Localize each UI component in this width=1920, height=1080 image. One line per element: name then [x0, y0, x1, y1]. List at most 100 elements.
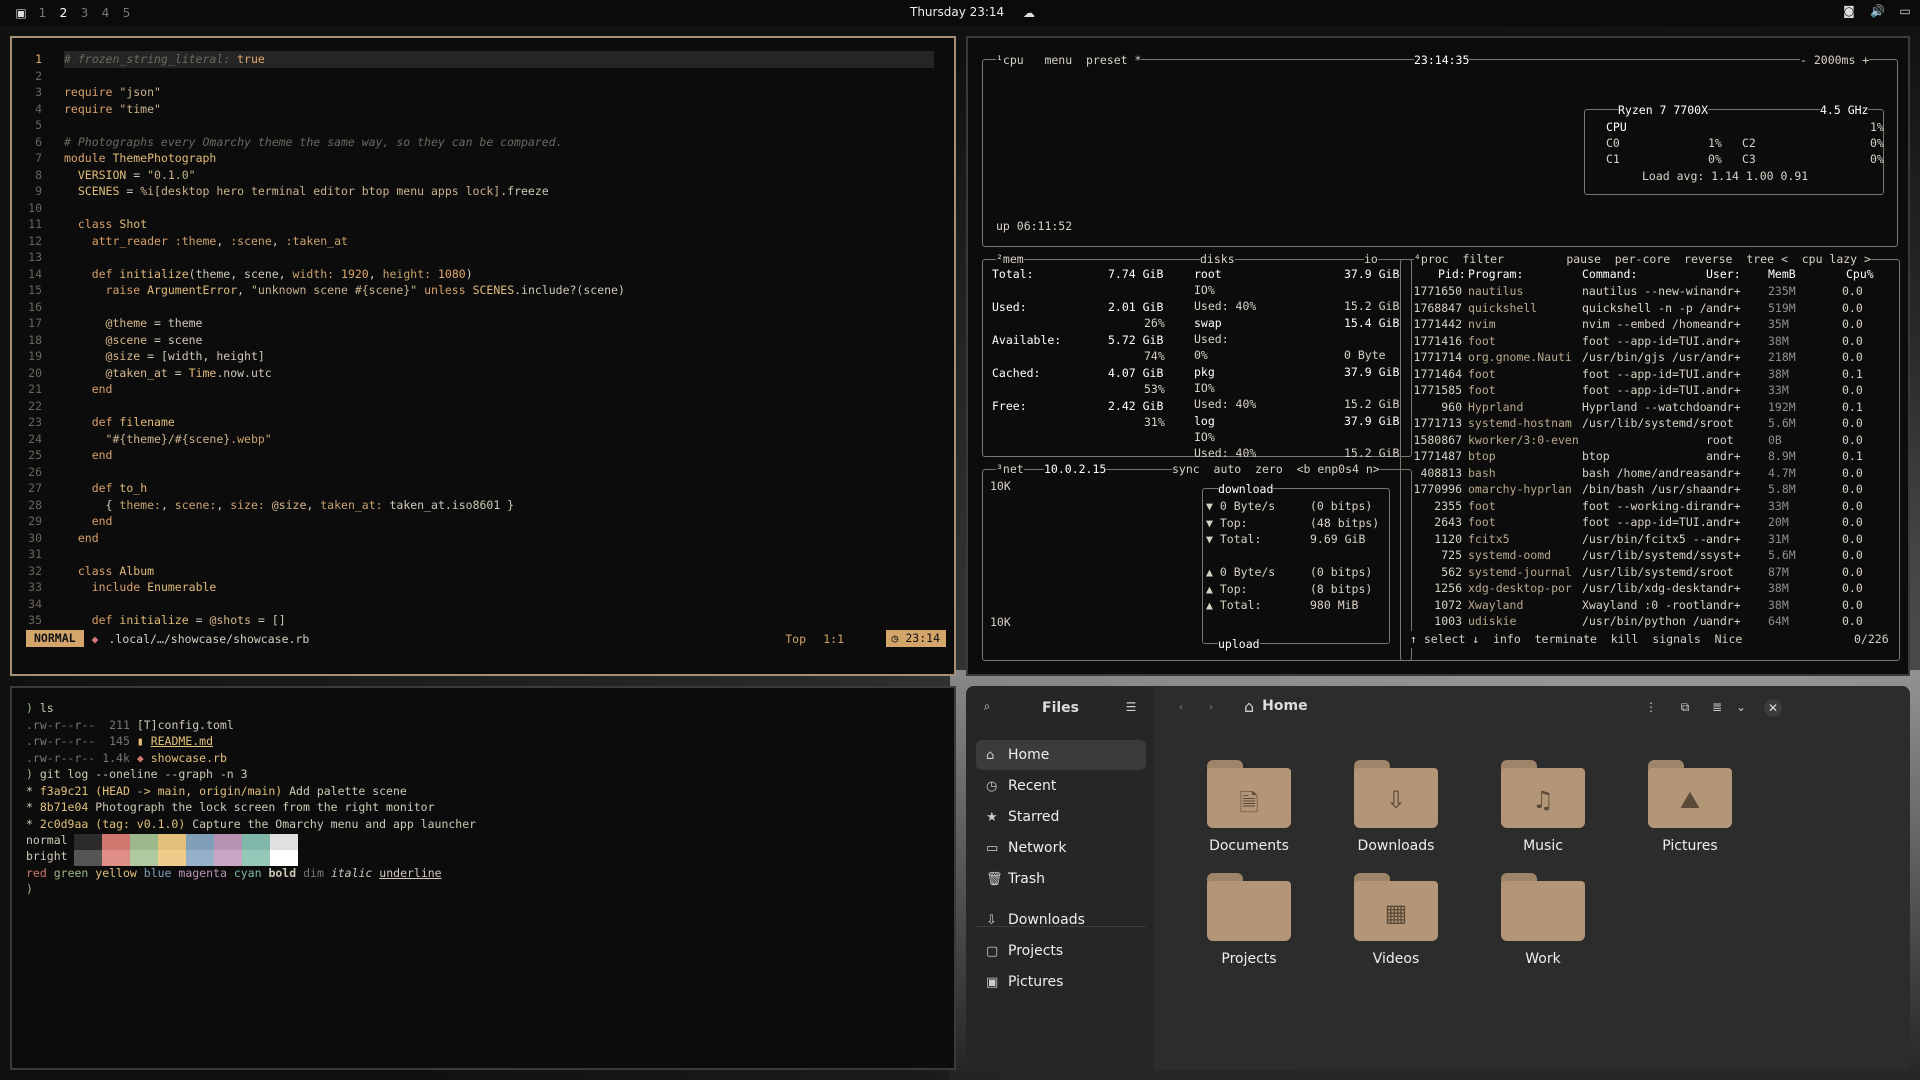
code-line: 34: [22, 596, 942, 613]
sidebar-item-home[interactable]: ⌂ Home: [976, 740, 1146, 770]
code-line: 30 end: [22, 530, 942, 547]
disk-name: root: [1194, 267, 1222, 281]
omarchy-menu-icon[interactable]: ▣: [14, 6, 28, 20]
forward-icon[interactable]: ›: [1204, 700, 1218, 714]
proc-user: root: [1706, 432, 1734, 447]
more-options-icon[interactable]: ⋮: [1644, 700, 1658, 714]
files-window[interactable]: ⌕ Files ☰ ⌂ Home ◷ Recent ★ Starred ▭ Network 🗑 T…: [966, 686, 1910, 1070]
folder-work[interactable]: Work: [1488, 873, 1598, 967]
screen-record-icon[interactable]: ◙: [1842, 4, 1856, 18]
net-options[interactable]: sync auto zero <b enp0s4 n>: [1172, 461, 1380, 478]
palette-swatch: [214, 834, 242, 850]
line-number: 27: [28, 481, 42, 495]
line-text: include Enumerable: [91, 580, 217, 594]
view-options-chevron-icon[interactable]: ⌄: [1734, 700, 1748, 714]
folder-videos[interactable]: ▦ Videos: [1341, 873, 1451, 967]
clock[interactable]: Thursday 23:14: [910, 5, 1004, 19]
workspace-4[interactable]: 4: [95, 6, 116, 20]
workspace-switcher: 12345: [32, 6, 137, 20]
disk-io: Used:: [1194, 332, 1229, 346]
proc-mem: 4.7M: [1768, 465, 1796, 480]
workspace-3[interactable]: 3: [74, 6, 95, 20]
cpu-total-label: CPU: [1606, 120, 1627, 134]
line-text: @taken_at = Time.now.utc: [105, 365, 272, 380]
folder-projects[interactable]: Projects: [1194, 873, 1304, 967]
proc-pid: 1256: [1434, 581, 1462, 595]
update-interval[interactable]: - 2000ms +: [1800, 52, 1870, 69]
location-label: Home: [1262, 698, 1308, 714]
view-list-icon[interactable]: ≣: [1710, 700, 1724, 714]
terminal-window[interactable]: ) ls .rw-r--r-- 211 [T]config.toml .rw-r--…: [10, 686, 956, 1070]
workspace-2[interactable]: 2: [53, 6, 74, 20]
net-stat-value: (48 bitps): [1310, 515, 1380, 530]
folder-label: Projects: [1221, 951, 1277, 967]
line-number: 10: [28, 200, 42, 215]
proc-command: Xwayland :0 -rootl: [1582, 597, 1707, 612]
sidebar-item-projects[interactable]: ▢ Projects: [976, 936, 1146, 966]
folder-documents[interactable]: 🗎 Documents: [1194, 760, 1304, 854]
proc-user: andr+: [1706, 482, 1741, 496]
disk-used: Used: 40%: [1194, 446, 1257, 460]
folder-downloads[interactable]: ⇩ Downloads: [1341, 760, 1451, 854]
sidebar-item-downloads[interactable]: ⇩ Downloads: [976, 905, 1146, 935]
editor-window[interactable]: 1 # frozen_string_literal: true 2 3 require …: [10, 36, 956, 676]
workspace-1[interactable]: 1: [32, 6, 53, 20]
battery-icon[interactable]: ▭: [1898, 4, 1912, 18]
sidebar-item-trash[interactable]: 🗑 Trash: [976, 864, 1146, 894]
line-number: 26: [28, 464, 42, 479]
proc-pid: 725: [1441, 548, 1462, 562]
folder-music[interactable]: ♫ Music: [1488, 760, 1598, 854]
line-text: @size = [width, height]: [105, 349, 265, 363]
proc-program: foot: [1468, 333, 1496, 348]
mem-label: Total:: [992, 267, 1034, 281]
proc-program: Xwayland: [1468, 597, 1524, 612]
net-stat-label: ▲ 0 Byte/s: [1206, 565, 1276, 579]
search-icon[interactable]: ⌕: [980, 699, 994, 713]
folder-pictures[interactable]: ⛰ Pictures: [1635, 760, 1745, 854]
line-text: @scene = scene: [105, 332, 203, 347]
btop-window[interactable]: ¹cpu menu preset * 23:14:35 - 2000ms + u…: [966, 36, 1910, 676]
proc-pid: 408813: [1420, 465, 1462, 480]
workspace-5[interactable]: 5: [116, 6, 137, 20]
palette-swatch: [214, 850, 242, 866]
proc-cpu: 0.1: [1842, 399, 1863, 414]
volume-icon[interactable]: 🔊: [1870, 4, 1885, 18]
net-stat-value: 9.69 GiB: [1310, 532, 1366, 546]
new-window-icon[interactable]: ⧉: [1678, 700, 1692, 714]
proc-program: systemd-hostnam: [1468, 416, 1572, 430]
cpu-frequency: 4.5 GHz: [1820, 102, 1869, 119]
sidebar-item-pictures[interactable]: ▣ Pictures: [976, 967, 1146, 997]
sidebar-item-recent[interactable]: ◷ Recent: [976, 771, 1146, 801]
proc-cpu: 0.1: [1842, 366, 1863, 381]
proc-program: btop: [1468, 449, 1496, 463]
terminal-output[interactable]: ) ls .rw-r--r-- 211 [T]config.toml .rw-r--…: [26, 700, 476, 832]
code-view[interactable]: 1 # frozen_string_literal: true 2 3 require …: [22, 51, 942, 629]
code-line: 31: [22, 546, 942, 563]
proc-col-user: User:: [1706, 267, 1741, 281]
sidebar-menu-icon[interactable]: ☰: [1124, 700, 1138, 714]
net-title[interactable]: ³net: [996, 461, 1024, 478]
sidebar-item-network[interactable]: ▭ Network: [976, 833, 1146, 863]
cpu-total-value: 1%: [1870, 120, 1884, 134]
sidebar-item-starred[interactable]: ★ Starred: [976, 802, 1146, 832]
location-bar[interactable]: ⌂ Home: [1234, 690, 1644, 722]
back-icon[interactable]: ‹: [1174, 700, 1188, 714]
disk-used: Used: 40%: [1194, 397, 1257, 411]
proc-cpu: 0.0: [1842, 614, 1863, 628]
code-line: 4 require "time": [22, 101, 942, 118]
line-number: 4: [35, 101, 42, 116]
net-stat-value: (8 bitps): [1310, 581, 1373, 596]
proc-footer[interactable]: ↑ select ↓ info terminate kill signals N…: [1410, 631, 1743, 648]
net-stat-value: (0 bitps): [1310, 499, 1373, 513]
proc-user: andr+: [1706, 581, 1741, 595]
close-icon[interactable]: ✕: [1764, 699, 1782, 717]
line-number: 15: [28, 283, 42, 297]
proc-pid: 1771713: [1413, 416, 1462, 430]
prompt[interactable]: ): [26, 881, 33, 898]
net-stat-value: 980 MiB: [1310, 598, 1359, 612]
cpu-box-header[interactable]: ¹cpu menu preset *: [996, 52, 1142, 69]
proc-program: udiskie: [1468, 614, 1517, 628]
proc-mem: 5.6M: [1768, 416, 1796, 430]
load-average: Load avg: 1.14 1.00 0.91: [1642, 169, 1809, 183]
network-icon: ▭: [986, 840, 999, 856]
